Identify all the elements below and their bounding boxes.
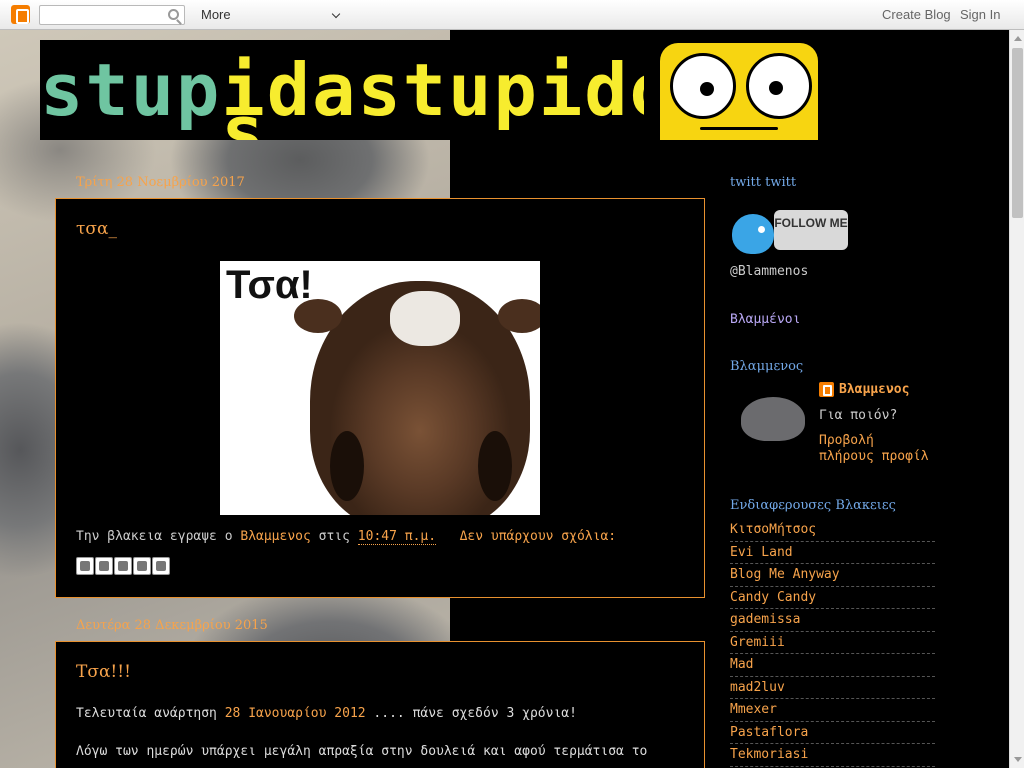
search-icon[interactable]: [168, 9, 179, 20]
post-title[interactable]: τσα_: [76, 219, 117, 239]
face-outline: [700, 127, 778, 130]
author-link[interactable]: Βλαμμενος: [240, 529, 310, 544]
cow-nostril: [478, 431, 512, 501]
blogroll-link[interactable]: Blog Me Anyway: [730, 564, 935, 587]
blogroll-link[interactable]: mad2luv: [730, 677, 935, 699]
scroll-down-icon[interactable]: [1014, 757, 1022, 762]
cow-ear: [498, 299, 540, 333]
vlammenoi-link[interactable]: Βλαμμένοι: [730, 312, 800, 327]
post-date: Δευτέρα 28 Δεκεμβρίου 2015: [76, 618, 268, 633]
blogroll-link[interactable]: gademissa: [730, 609, 935, 632]
blogroll-link[interactable]: Gremiii: [730, 632, 935, 654]
pinterest-share-icon[interactable]: [152, 557, 170, 575]
post-title[interactable]: Τσα!!!: [76, 662, 131, 682]
more-dropdown[interactable]: More: [193, 4, 345, 25]
profile-about: Για ποιόν?: [819, 408, 898, 423]
title-part: stup: [40, 48, 222, 132]
timestamp-link[interactable]: 10:47 π.μ.: [357, 529, 437, 545]
more-label: More: [201, 7, 231, 22]
title-part: does: [584, 48, 644, 132]
blogroll-link[interactable]: Mad: [730, 654, 935, 677]
widget-title-blogroll: Ενδιαφερουσες Βλακειες: [730, 498, 896, 513]
vertical-scrollbar[interactable]: [1009, 30, 1024, 768]
blogroll-link[interactable]: ΚιτσοΜήτσος: [730, 519, 935, 542]
eye-icon: [670, 53, 736, 119]
facebook-share-icon[interactable]: [133, 557, 151, 575]
view-profile-link[interactable]: Προβολή πλήρους προφίλ: [819, 433, 929, 464]
blogger-profile-icon: [819, 382, 834, 397]
blogroll-link[interactable]: Pastaflora: [730, 722, 935, 744]
profile-name-link[interactable]: Βλαμμενος: [839, 382, 909, 397]
profile-avatar[interactable]: [733, 385, 813, 447]
share-buttons: [76, 557, 170, 575]
follow-me-label: FOLLOW ME: [774, 210, 848, 250]
eye-icon: [746, 53, 812, 119]
hippo-avatar-image: [741, 397, 805, 441]
chevron-down-icon: [331, 9, 341, 19]
cartoon-face-logo: [660, 43, 818, 140]
post-footer: Την βλακεια εγραψε ο Βλαμμενος στις 10:4…: [76, 529, 617, 545]
blogthis-share-icon[interactable]: [95, 557, 113, 575]
title-part: dastupi: [266, 48, 585, 132]
blogroll-link[interactable]: Candy Candy: [730, 587, 935, 609]
create-blog-link[interactable]: Create Blog: [882, 7, 951, 22]
twitter-follow-badge[interactable]: FOLLOW ME: [730, 206, 850, 258]
comments-link[interactable]: Δεν υπάρχουν σχόλια:: [460, 529, 617, 544]
twitter-handle: @Blammenos: [730, 264, 809, 279]
post-date: Τρίτη 28 Νοεμβρίου 2017: [76, 175, 245, 190]
cow-patch: [390, 291, 460, 346]
blogroll-link[interactable]: Evi Land: [730, 542, 935, 564]
title-part: is: [221, 48, 267, 140]
widget-title-twitter: twitt twitt: [730, 175, 797, 190]
blogroll-link[interactable]: Mmexer: [730, 699, 935, 722]
blogroll-link[interactable]: Tekmoriasi: [730, 744, 935, 767]
blog-title-banner[interactable]: stupisdastupidoes: [40, 40, 644, 140]
scroll-up-icon[interactable]: [1014, 36, 1022, 41]
cow-image[interactable]: Τσα!: [220, 261, 540, 515]
cow-nostril: [330, 431, 364, 501]
blogger-navbar: More Create Blog Sign In: [0, 0, 1024, 30]
sign-in-link[interactable]: Sign In: [960, 7, 1000, 22]
post-body: Τελευταία ανάρτηση 28 Ιανουαρίου 2012 ..…: [76, 706, 648, 759]
blogroll-list: ΚιτσοΜήτσος Evi Land Blog Me Anyway Cand…: [730, 519, 935, 767]
search-input[interactable]: [39, 5, 185, 25]
cow-head: [294, 281, 540, 515]
twitter-share-icon[interactable]: [114, 557, 132, 575]
widget-title-profile: Βλαμμενος: [730, 359, 804, 374]
post-card: τσα_ Τσα! Την βλακεια εγραψε ο Βλαμμενος…: [55, 198, 705, 598]
scroll-thumb[interactable]: [1012, 48, 1023, 218]
email-share-icon[interactable]: [76, 557, 94, 575]
archive-date-link[interactable]: 28 Ιανουαρίου 2012: [225, 706, 366, 721]
blogger-logo-icon[interactable]: [11, 5, 30, 24]
image-caption: Τσα!: [226, 263, 313, 307]
twitter-bird-icon: [732, 214, 774, 254]
post-card: Τσα!!! Τελευταία ανάρτηση 28 Ιανουαρίου …: [55, 641, 705, 768]
